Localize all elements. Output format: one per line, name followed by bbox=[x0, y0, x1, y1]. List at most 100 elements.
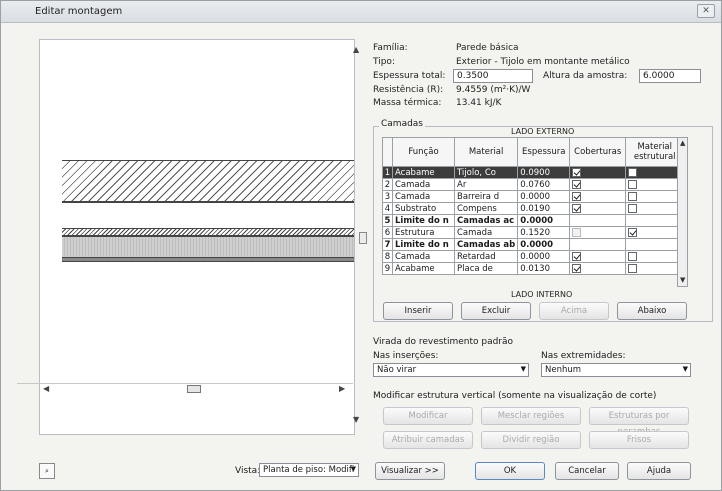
table-cell[interactable]: 0.1520 bbox=[517, 226, 571, 239]
table-cell[interactable]: 0.0190 bbox=[517, 202, 571, 215]
table-cell[interactable] bbox=[569, 238, 627, 251]
table-cell[interactable] bbox=[625, 226, 685, 239]
ends-select[interactable]: Nenhum ▼ bbox=[541, 363, 691, 377]
table-cell[interactable]: Camada bbox=[453, 226, 519, 239]
table-cell[interactable]: Ar bbox=[453, 178, 519, 191]
table-cell[interactable]: 0.0900 bbox=[517, 166, 571, 179]
table-row[interactable]: 5 Limite do n Camadas ac 0.0000 bbox=[382, 214, 685, 227]
down-button[interactable]: Abaixo bbox=[617, 302, 687, 320]
table-cell[interactable]: 0.0000 bbox=[517, 190, 571, 203]
close-icon[interactable]: ✕ bbox=[697, 4, 715, 18]
wall-preview-pane[interactable] bbox=[39, 39, 355, 435]
merge-regions-button[interactable]: Mesclar regiões bbox=[481, 407, 581, 425]
preview-scroll-up-icon[interactable]: ▲ bbox=[353, 45, 359, 54]
table-cell[interactable]: Substrato bbox=[392, 202, 455, 215]
table-row[interactable]: 3 Camada Barreira d 0.0000 bbox=[382, 190, 685, 203]
table-row[interactable]: 1 Acabame Tijolo, Co 0.0900 bbox=[382, 166, 685, 179]
up-button[interactable]: Acima bbox=[539, 302, 609, 320]
table-cell[interactable] bbox=[625, 214, 685, 227]
cancel-button[interactable]: Cancelar bbox=[555, 462, 619, 480]
table-cell[interactable]: Acabame bbox=[392, 166, 455, 179]
table-cell[interactable]: 8 bbox=[382, 250, 393, 263]
table-cell[interactable]: 1 bbox=[382, 166, 393, 179]
structural-checkbox[interactable] bbox=[628, 227, 638, 237]
table-cell[interactable]: Tijolo, Co bbox=[453, 166, 519, 179]
preview-scroll-down-icon[interactable]: ▼ bbox=[353, 415, 359, 424]
wraps-checkbox[interactable] bbox=[572, 263, 582, 273]
table-cell[interactable] bbox=[569, 226, 627, 239]
table-cell[interactable]: Acabame bbox=[392, 262, 455, 275]
table-cell[interactable]: Placa de bbox=[453, 262, 519, 275]
table-row[interactable]: 8 Camada Retardad 0.0000 bbox=[382, 250, 685, 263]
table-cell[interactable]: Camada bbox=[392, 178, 455, 191]
table-cell[interactable] bbox=[569, 214, 627, 227]
delete-button[interactable]: Excluir bbox=[461, 302, 531, 320]
scroll-thumb[interactable] bbox=[187, 385, 201, 393]
table-cell[interactable]: Limite do n bbox=[392, 214, 455, 227]
table-row[interactable]: 4 Substrato Compens 0.0190 bbox=[382, 202, 685, 215]
table-cell[interactable]: 5 bbox=[382, 214, 393, 227]
inserts-select[interactable]: Não virar ▼ bbox=[373, 363, 529, 377]
table-cell[interactable] bbox=[569, 262, 627, 275]
zoom-icon[interactable]: ⌕ bbox=[39, 463, 55, 479]
structural-checkbox[interactable] bbox=[628, 191, 638, 201]
table-cell[interactable]: 2 bbox=[382, 178, 393, 191]
table-cell[interactable] bbox=[625, 250, 685, 263]
table-cell[interactable] bbox=[625, 262, 685, 275]
table-cell[interactable]: 0.0760 bbox=[517, 178, 571, 191]
table-cell[interactable]: 3 bbox=[382, 190, 393, 203]
preview-horizontal-scrollbar[interactable]: ◀ ▶ bbox=[17, 383, 353, 393]
structural-checkbox[interactable] bbox=[628, 263, 638, 273]
sample-height-field[interactable]: 6.0000 bbox=[639, 69, 701, 83]
table-row[interactable]: 2 Camada Ar 0.0760 bbox=[382, 178, 685, 191]
wraps-checkbox[interactable] bbox=[572, 191, 582, 201]
table-cell[interactable]: 4 bbox=[382, 202, 393, 215]
wraps-checkbox[interactable] bbox=[572, 167, 582, 177]
ok-button[interactable]: OK bbox=[475, 462, 545, 480]
scroll-left-icon[interactable]: ◀ bbox=[43, 384, 49, 393]
table-cell[interactable] bbox=[569, 202, 627, 215]
modify-button[interactable]: Modificar bbox=[383, 407, 473, 425]
assign-layers-button[interactable]: Atribuir camadas bbox=[383, 431, 473, 449]
table-cell[interactable] bbox=[569, 250, 627, 263]
table-cell[interactable] bbox=[625, 178, 685, 191]
table-cell[interactable]: Camadas ab bbox=[453, 238, 519, 251]
scroll-down-icon[interactable]: ▼ bbox=[680, 276, 685, 284]
view-select[interactable]: Planta de piso: Modifi ▼ bbox=[259, 463, 359, 477]
scroll-right-icon[interactable]: ▶ bbox=[339, 384, 345, 393]
table-row[interactable]: 7 Limite do n Camadas ab 0.0000 bbox=[382, 238, 685, 251]
table-cell[interactable]: 0.0130 bbox=[517, 262, 571, 275]
splitter-handle[interactable] bbox=[359, 232, 367, 244]
structural-checkbox[interactable] bbox=[628, 179, 638, 189]
wraps-checkbox[interactable] bbox=[572, 251, 582, 261]
table-row[interactable]: 9 Acabame Placa de 0.0130 bbox=[382, 262, 685, 275]
wraps-checkbox[interactable] bbox=[572, 203, 582, 213]
table-cell[interactable]: 7 bbox=[382, 238, 393, 251]
table-cell[interactable]: Camadas ac bbox=[453, 214, 519, 227]
layers-scrollbar[interactable]: ▲ ▼ bbox=[677, 137, 688, 287]
table-cell[interactable]: Camada bbox=[392, 190, 455, 203]
table-cell[interactable]: 0.0000 bbox=[517, 238, 571, 251]
structural-checkbox[interactable] bbox=[628, 167, 638, 177]
table-cell[interactable] bbox=[569, 178, 627, 191]
sweeps-button[interactable]: Estruturas por perambas bbox=[589, 407, 689, 437]
wraps-checkbox[interactable] bbox=[572, 227, 582, 237]
table-cell[interactable]: Retardad bbox=[453, 250, 519, 263]
table-cell[interactable]: Estrutura bbox=[392, 226, 455, 239]
structural-checkbox[interactable] bbox=[628, 251, 638, 261]
table-cell[interactable] bbox=[625, 238, 685, 251]
wraps-checkbox[interactable] bbox=[572, 179, 582, 189]
table-cell[interactable]: 0.0000 bbox=[517, 250, 571, 263]
insert-button[interactable]: Inserir bbox=[383, 302, 453, 320]
reveals-button[interactable]: Frisos bbox=[589, 431, 689, 449]
table-cell[interactable]: Barreira d bbox=[453, 190, 519, 203]
scroll-up-icon[interactable]: ▲ bbox=[680, 139, 685, 147]
split-region-button[interactable]: Dividir região bbox=[481, 431, 581, 449]
table-cell[interactable] bbox=[625, 202, 685, 215]
table-cell[interactable]: Compens bbox=[453, 202, 519, 215]
table-cell[interactable]: Limite do n bbox=[392, 238, 455, 251]
table-cell[interactable] bbox=[625, 190, 685, 203]
table-row[interactable]: 6 Estrutura Camada 0.1520 bbox=[382, 226, 685, 239]
preview-toggle-button[interactable]: Visualizar >> bbox=[375, 462, 445, 480]
structural-checkbox[interactable] bbox=[628, 203, 638, 213]
